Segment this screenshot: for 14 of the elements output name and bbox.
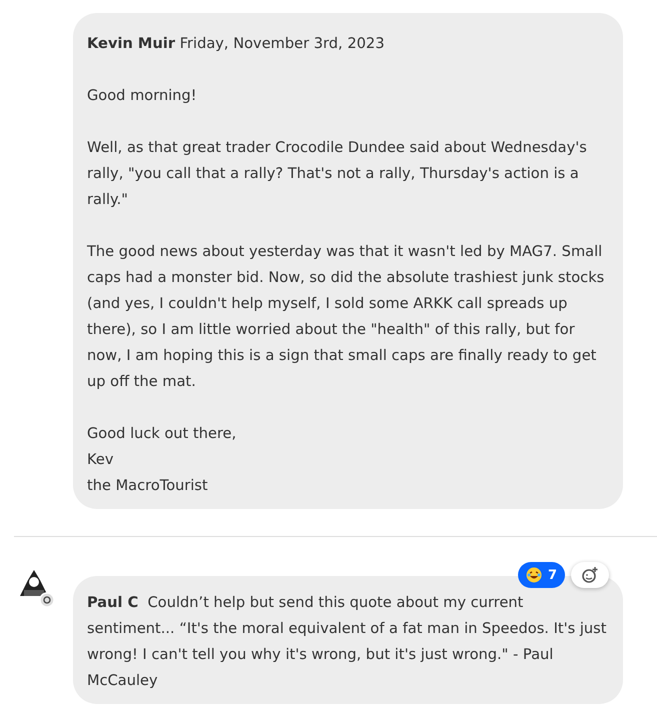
- reaction-count: 7: [548, 568, 557, 582]
- comment-text: Good luck out there,: [87, 424, 238, 444]
- add-emoji-icon: [581, 566, 599, 584]
- comment-text: Paul C Couldn’t help but send this quote about my current sentiment... “It's the moral equivalent of a fat man in Speedos. It's just wrong! I can't tell you why it's wrong, but it's just wrong." - Paul McCauley: [87, 593, 608, 691]
- reaction-button[interactable]: 7: [518, 562, 565, 588]
- author-name: Kevin Muir: [87, 35, 176, 52]
- comment-text: the MacroTourist: [87, 476, 209, 496]
- comment-text: Well, as that great trader Crocodile Dundee said about Wednesday's rally, "you call that a rally? That's not a rally, Thursday's action is a rally.": [87, 138, 588, 210]
- laughing-face-icon: [526, 567, 542, 583]
- comment-date: Friday, November 3rd, 2023: [180, 35, 384, 52]
- comment-text: The good news about yesterday was that it wasn't led by MAG7. Small caps had a monster bid. Now, so did the absolute trashiest junk stocks (and yes, I couldn't help myself, I sold some ARKK call spreads up there), so I am little worried about the "health" of this rally, but for now, I am hoping this is a sign that small caps are finally ready to get up off the mat.: [87, 242, 606, 392]
- comment-text: Good morning!: [87, 86, 198, 106]
- add-reaction-button[interactable]: [571, 562, 609, 588]
- comment-text: Kev: [87, 450, 114, 470]
